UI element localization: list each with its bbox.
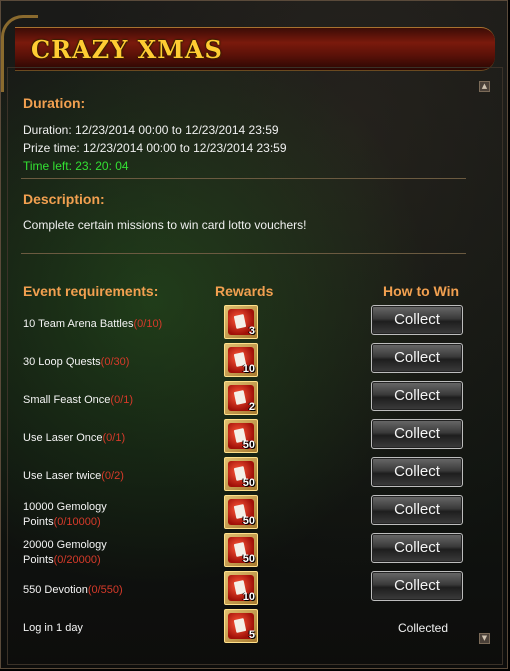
reward-card-voucher-icon[interactable]: 5	[224, 609, 258, 643]
reward-card-voucher-icon[interactable]: 10	[224, 343, 258, 377]
collected-status: Collected	[398, 621, 449, 635]
requirement-row: 30 Loop Quests(0/30)	[23, 356, 130, 368]
event-window: CRAZY XMAS ▲ ▼ Duration: Duration: 12/23…	[0, 0, 508, 669]
collect-button[interactable]: Collect	[371, 533, 463, 563]
collect-button[interactable]: Collect	[371, 457, 463, 487]
divider	[21, 253, 466, 254]
reward-card-voucher-icon[interactable]: 50	[224, 533, 258, 567]
description-text: Complete certain missions to win card lo…	[23, 218, 307, 232]
requirement-row: Small Feast Once(0/1)	[23, 394, 134, 406]
reward-card-voucher-icon[interactable]: 50	[224, 419, 258, 453]
scroll-down-button[interactable]: ▼	[479, 633, 490, 644]
requirement-row: Log in 1 day	[23, 622, 83, 634]
divider	[21, 178, 466, 179]
requirement-row: 10000 Gemology Points(0/10000)	[23, 501, 107, 528]
reward-quantity: 50	[242, 477, 255, 489]
duration-line: Duration: 12/23/2014 00:00 to 12/23/2014…	[23, 123, 279, 137]
duration-heading: Duration:	[23, 95, 86, 111]
reward-card-voucher-icon[interactable]: 50	[224, 495, 258, 529]
requirement-row: 10 Team Arena Battles(0/10)	[23, 318, 163, 330]
requirement-row: 20000 Gemology Points(0/20000)	[23, 539, 107, 566]
requirement-progress: (0/550)	[87, 584, 123, 596]
description-heading: Description:	[23, 191, 105, 207]
requirement-progress: (0/10000)	[53, 516, 101, 528]
reward-quantity: 2	[248, 401, 255, 413]
collect-button[interactable]: Collect	[371, 571, 463, 601]
requirement-progress: (0/1)	[102, 432, 126, 444]
collect-button[interactable]: Collect	[371, 381, 463, 411]
arrow-up-icon: ▲	[481, 82, 488, 90]
arrow-down-icon: ▼	[481, 634, 488, 642]
scroll-up-button[interactable]: ▲	[479, 81, 490, 92]
requirement-row: Use Laser twice(0/2)	[23, 470, 124, 482]
reward-quantity: 50	[242, 439, 255, 451]
reward-quantity: 50	[242, 515, 255, 527]
collect-button[interactable]: Collect	[371, 495, 463, 525]
collect-button[interactable]: Collect	[371, 305, 463, 335]
time-left: Time left: 23: 20: 04	[23, 159, 129, 173]
requirement-row: 550 Devotion(0/550)	[23, 584, 123, 596]
window-header: CRAZY XMAS	[1, 7, 510, 92]
collect-button[interactable]: Collect	[371, 343, 463, 373]
col-event-requirements: Event requirements:	[23, 283, 159, 299]
col-rewards: Rewards	[215, 283, 274, 299]
requirement-progress: (0/2)	[101, 470, 124, 482]
reward-quantity: 50	[242, 553, 255, 565]
requirement-progress: (0/1)	[110, 394, 134, 406]
reward-quantity: 5	[248, 629, 255, 641]
reward-quantity: 10	[242, 363, 255, 375]
reward-card-voucher-icon[interactable]: 50	[224, 457, 258, 491]
reward-card-voucher-icon[interactable]: 2	[224, 381, 258, 415]
requirement-row: Use Laser Once(0/1)	[23, 432, 126, 444]
reward-quantity: 3	[248, 325, 255, 337]
requirement-progress: (0/20000)	[53, 554, 101, 566]
prize-time-line: Prize time: 12/23/2014 00:00 to 12/23/20…	[23, 141, 287, 155]
window-title: CRAZY XMAS	[31, 35, 223, 64]
reward-quantity: 10	[242, 591, 255, 603]
requirement-progress: (0/10)	[133, 318, 163, 330]
reward-card-voucher-icon[interactable]: 10	[224, 571, 258, 605]
reward-card-voucher-icon[interactable]: 3	[224, 305, 258, 339]
col-how-to-win: How to Win	[383, 283, 460, 299]
collect-button[interactable]: Collect	[371, 419, 463, 449]
requirement-progress: (0/30)	[100, 356, 130, 368]
